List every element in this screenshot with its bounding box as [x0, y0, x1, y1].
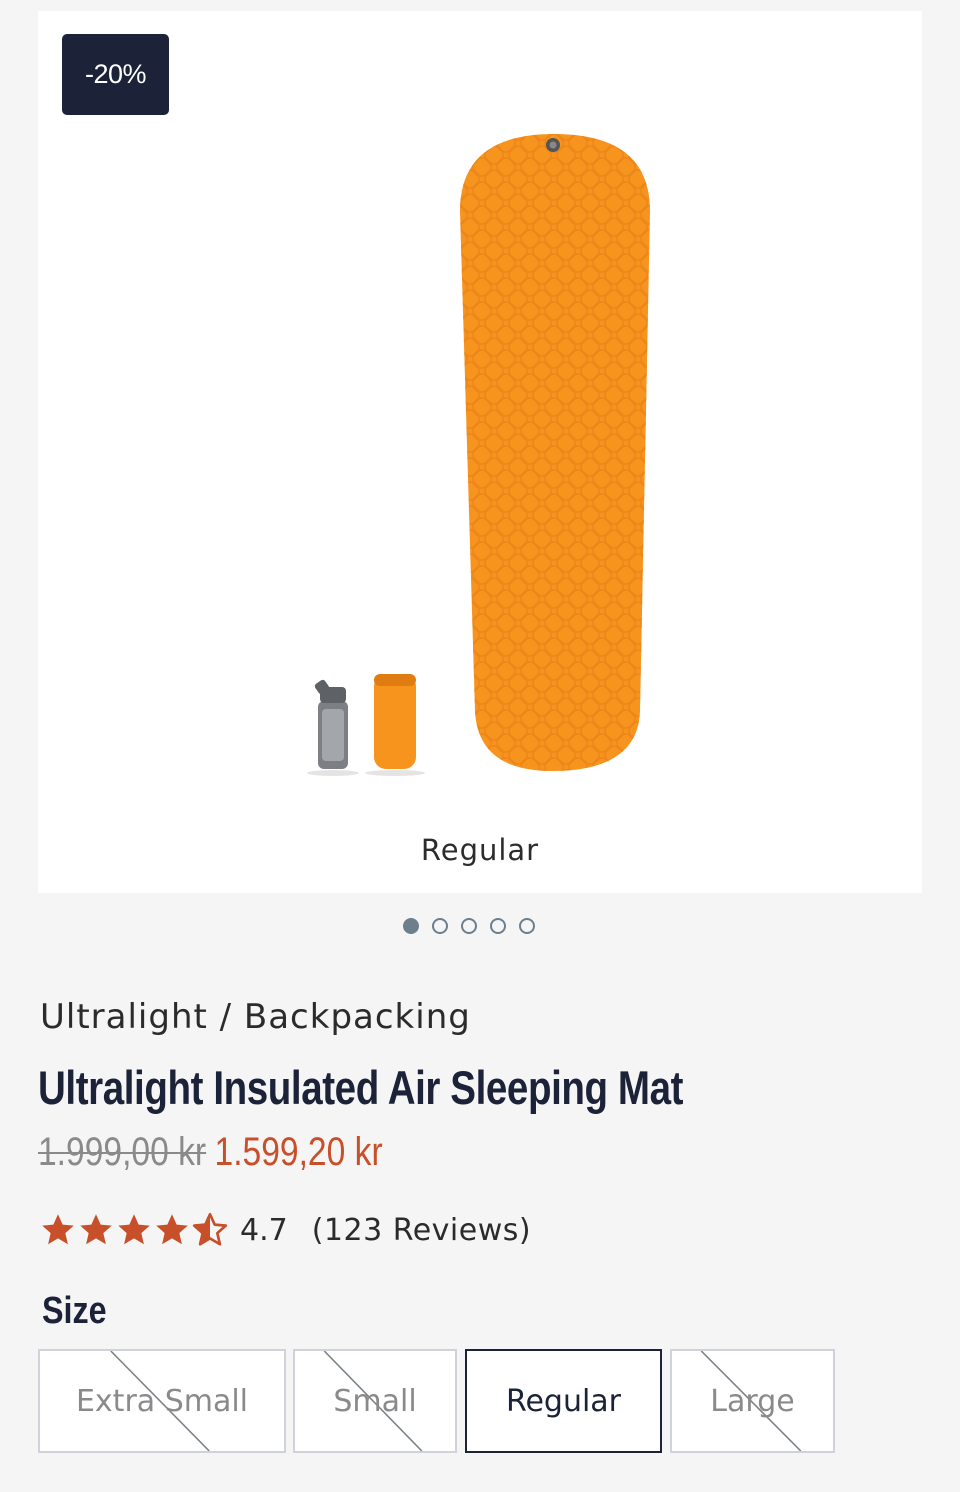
star-full-icon [80, 1214, 112, 1245]
original-price: 1.999,00 kr [38, 1130, 207, 1174]
size-label: Size [42, 1290, 107, 1332]
size-option-label: Small [333, 1383, 417, 1419]
size-option-label: Extra Small [75, 1383, 249, 1419]
sleeping-mat-illustration [460, 134, 650, 771]
star-full-icon [156, 1214, 188, 1245]
product-image [307, 134, 650, 776]
review-count-link[interactable]: (123 Reviews) [312, 1213, 531, 1248]
rating-summary[interactable]: 4.7 (123 Reviews) [40, 1212, 531, 1248]
stuff-sack-illustration [365, 674, 425, 776]
product-image-gallery[interactable]: -20% Regular [38, 11, 922, 893]
size-option-label: Large [710, 1383, 795, 1419]
size-option-extra-small[interactable]: Extra Small [38, 1349, 286, 1453]
size-option-label: Regular [505, 1383, 622, 1419]
carousel-dot[interactable] [403, 918, 419, 934]
carousel-dot[interactable] [461, 918, 477, 934]
size-option-small[interactable]: Small [293, 1349, 457, 1453]
carousel-dot[interactable] [519, 918, 535, 934]
carousel-dot[interactable] [490, 918, 506, 934]
rating-stars [40, 1212, 228, 1248]
size-option-large[interactable]: Large [670, 1349, 835, 1453]
star-full-icon [118, 1214, 150, 1245]
product-category-link[interactable]: Ultralight / Backpacking [40, 997, 471, 1037]
carousel-dot[interactable] [432, 918, 448, 934]
sale-price: 1.599,20 kr [214, 1130, 383, 1174]
price-row: 1.999,00 kr 1.599,20 kr [38, 1130, 383, 1175]
water-bottle-illustration [307, 679, 359, 776]
product-title: Ultralight Insulated Air Sleeping Mat [38, 1061, 684, 1114]
size-option-regular[interactable]: Regular [465, 1349, 662, 1453]
rating-value: 4.7 [240, 1212, 288, 1248]
star-full-icon [42, 1214, 74, 1245]
carousel-pagination [403, 918, 535, 934]
image-caption: Regular [420, 833, 540, 867]
star-half-icon [192, 1212, 228, 1246]
